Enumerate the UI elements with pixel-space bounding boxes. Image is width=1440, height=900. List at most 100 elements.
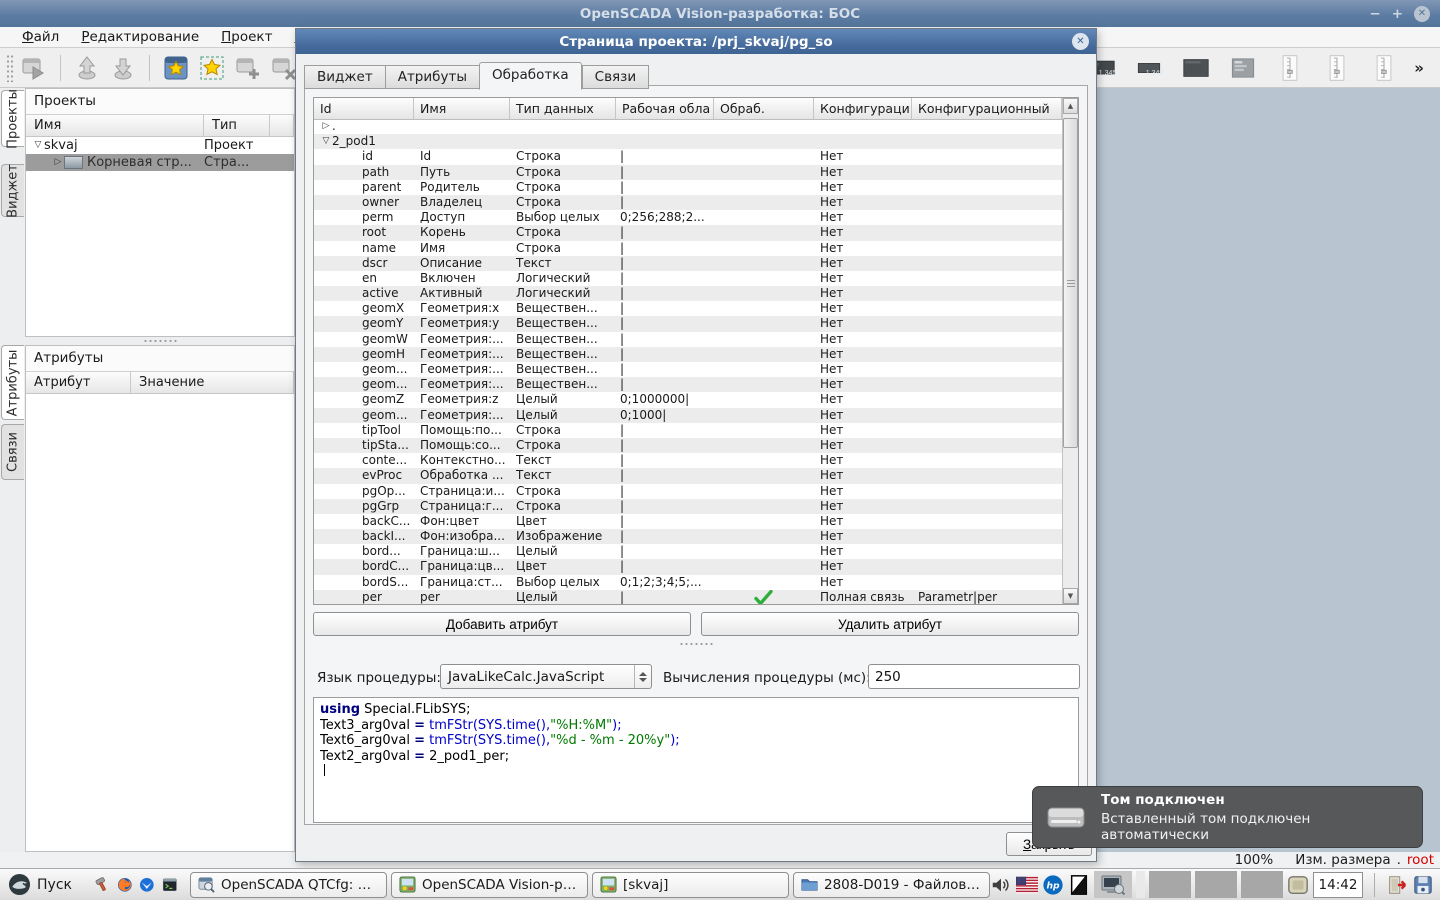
scrollbar-thumb[interactable] bbox=[1063, 118, 1078, 448]
table-row-geomX[interactable]: geomXГеометрия:xВеществен...|Нет bbox=[314, 301, 1062, 316]
dialog-splitter[interactable] bbox=[305, 642, 1087, 646]
table-row-evProc[interactable]: evProcОбработка ...Текст|Нет bbox=[314, 468, 1062, 483]
table-header-Имя[interactable]: Имя bbox=[414, 98, 510, 119]
widget-slider-1-button[interactable] bbox=[1273, 53, 1307, 83]
table-row-backI...[interactable]: backI...Фон:изобра...Изображение|Нет bbox=[314, 529, 1062, 544]
dock-splitter[interactable] bbox=[25, 337, 295, 345]
table-row-pgGrp[interactable]: pgGrpСтраница:г...Строка|Нет bbox=[314, 499, 1062, 514]
thunderbird-launcher[interactable] bbox=[139, 877, 155, 893]
table-row-geomY[interactable]: geomYГеометрия:yВеществен...|Нет bbox=[314, 316, 1062, 331]
logout-icon[interactable] bbox=[1386, 874, 1408, 896]
table-row-active[interactable]: activeАктивныйЛогический|Нет bbox=[314, 286, 1062, 301]
add-attribute-button[interactable]: Добавить атрибут bbox=[313, 612, 691, 636]
procedure-calc-input[interactable] bbox=[868, 664, 1080, 689]
notification-popup[interactable]: Том подключен Вставленный том подключен … bbox=[1032, 786, 1423, 848]
table-row-geomZ[interactable]: geomZГеометрия:zЦелый0;1000000|Нет bbox=[314, 392, 1062, 407]
table-row-geom...[interactable]: geom...Геометрия:...Веществен...|Нет bbox=[314, 377, 1062, 392]
toolbar-overflow-icon[interactable]: » bbox=[1414, 59, 1424, 77]
menu-Файл[interactable]: Файл bbox=[12, 27, 69, 47]
widget-library-button[interactable] bbox=[198, 54, 226, 82]
save-button[interactable] bbox=[109, 54, 137, 82]
dock-tab-Связи[interactable]: Связи bbox=[1, 424, 24, 480]
add-widget-button[interactable] bbox=[234, 54, 262, 82]
table-row-geom...[interactable]: geom...Геометрия:...Целый0;1000|Нет bbox=[314, 408, 1062, 423]
volume-icon[interactable] bbox=[990, 874, 1012, 896]
menu-Редактирование[interactable]: Редактирование bbox=[71, 27, 209, 47]
expander-open-icon[interactable]: ▽ bbox=[320, 134, 332, 149]
desktop-pager-icon[interactable] bbox=[1287, 874, 1309, 896]
table-header-Обраб.[interactable]: Обраб. bbox=[714, 98, 814, 119]
tab-Обработка[interactable]: Обработка bbox=[479, 62, 582, 90]
projects-column-Имя[interactable]: Имя bbox=[26, 115, 204, 136]
tab-Связи[interactable]: Связи bbox=[582, 65, 649, 89]
widget-panel-button[interactable] bbox=[1179, 53, 1213, 83]
taskbar-window-[skvaj][interactable]: [skvaj] bbox=[592, 872, 789, 898]
table-row-parent[interactable]: parentРодительСтрока|Нет bbox=[314, 180, 1062, 195]
table-row-name[interactable]: nameИмяСтрока|Нет bbox=[314, 241, 1062, 256]
menu-Проект[interactable]: Проект bbox=[211, 27, 282, 47]
new-widget-button[interactable] bbox=[162, 54, 190, 82]
taskbar-window-2808-D019 - Файловый ...[interactable]: 2808-D019 - Файловый ... bbox=[793, 872, 990, 898]
minimize-button[interactable]: − bbox=[1369, 6, 1380, 22]
scroll-down-icon[interactable]: ▼ bbox=[1063, 588, 1078, 604]
table-row-tipSta...[interactable]: tipSta...Помощь:со...Строка|Нет bbox=[314, 438, 1062, 453]
project-tree-row-Корневая стр...[interactable]: ▷Корневая стр...Стра... bbox=[26, 154, 294, 171]
screen-tray-icon[interactable] bbox=[1101, 875, 1125, 895]
table-row-bordC...[interactable]: bordC...Граница:цв...Цвет|Нет bbox=[314, 559, 1062, 574]
table-row-path[interactable]: pathПутьСтрока|Нет bbox=[314, 165, 1062, 180]
firefox-launcher[interactable] bbox=[117, 877, 133, 893]
disk-mount-icon[interactable] bbox=[1412, 874, 1434, 896]
attributes-column-Атрибут[interactable]: Атрибут bbox=[26, 372, 131, 393]
terminal-launcher[interactable] bbox=[162, 877, 178, 893]
table-row-id[interactable]: idIdСтрока|Нет bbox=[314, 149, 1062, 164]
procedure-language-select[interactable]: JavaLikeCalc.JavaScript bbox=[440, 664, 652, 689]
dock-tab-Атрибуты[interactable]: Атрибуты bbox=[1, 345, 24, 420]
expander-closed-icon[interactable]: ▷ bbox=[52, 154, 64, 171]
taskbar-window-OpenSCADA Vision-раз...[interactable]: OpenSCADA Vision-раз... bbox=[391, 872, 588, 898]
close-button[interactable]: ✕ bbox=[1414, 6, 1430, 22]
table-row-en[interactable]: enВключенЛогический|Нет bbox=[314, 271, 1062, 286]
tab-Атрибуты[interactable]: Атрибуты bbox=[385, 65, 479, 89]
table-row-2_pod1[interactable]: ▽2_pod1 bbox=[314, 134, 1062, 149]
table-row-tipTool[interactable]: tipToolПомощь:по...Строка|Нет bbox=[314, 423, 1062, 438]
table-row-bord...[interactable]: bord...Граница:ш...Целый|Нет bbox=[314, 544, 1062, 559]
maximize-button[interactable]: + bbox=[1392, 6, 1403, 22]
table-row-geom...[interactable]: geom...Геометрия:...Веществен...|Нет bbox=[314, 362, 1062, 377]
widget-slider-3-button[interactable] bbox=[1367, 53, 1401, 83]
hp-tray-icon[interactable]: hp bbox=[1042, 874, 1064, 896]
table-row-.[interactable]: ▷. bbox=[314, 119, 1062, 134]
delete-widget-button[interactable] bbox=[270, 54, 298, 82]
table-row-geomW[interactable]: geomWГеометрия:...Веществен...|Нет bbox=[314, 332, 1062, 347]
table-row-bordS...[interactable]: bordS...Граница:ст...Выбор целых0;1;2;3;… bbox=[314, 575, 1062, 590]
dock-tab-Виджет[interactable]: Виджет bbox=[1, 164, 24, 217]
attributes-column-Значение[interactable]: Значение bbox=[131, 372, 294, 393]
clock[interactable]: 14:42 bbox=[1313, 872, 1363, 898]
table-row-geomH[interactable]: geomHГеометрия:...Веществен...|Нет bbox=[314, 347, 1062, 362]
keyboard-layout-icon[interactable] bbox=[1016, 874, 1038, 896]
table-scrollbar[interactable]: ▲ ▼ bbox=[1062, 98, 1078, 604]
start-button[interactable]: Пуск bbox=[6, 871, 80, 899]
procedure-code-editor[interactable]: using Special.FLibSYS;Text3_arg0val = tm… bbox=[313, 697, 1079, 823]
table-row-pgOp...[interactable]: pgOp...Страница:и...Строка|Нет bbox=[314, 484, 1062, 499]
table-row-dscr[interactable]: dscrОписаниеТекст|Нет bbox=[314, 256, 1062, 271]
toolbar-grip-handle[interactable] bbox=[6, 54, 14, 82]
run-project-button[interactable] bbox=[20, 54, 48, 82]
dialog-close-icon[interactable]: ✕ bbox=[1072, 33, 1089, 50]
table-row-owner[interactable]: ownerВладелецСтрока|Нет bbox=[314, 195, 1062, 210]
table-row-per[interactable]: perperЦелый|Полная связьParametr|per bbox=[314, 590, 1062, 604]
scroll-up-icon[interactable]: ▲ bbox=[1063, 98, 1078, 114]
projects-column-Тип[interactable]: Тип bbox=[204, 115, 270, 136]
tab-Виджет[interactable]: Виджет bbox=[304, 65, 385, 89]
expander-closed-icon[interactable]: ▷ bbox=[320, 119, 332, 134]
table-row-perm[interactable]: permДоступВыбор целых0;256;288;2...Нет bbox=[314, 210, 1062, 225]
table-header-Конфигурационный[interactable]: Конфигурационный bbox=[912, 98, 1062, 119]
widget-form-button[interactable] bbox=[1226, 53, 1260, 83]
system-tool-launcher[interactable] bbox=[94, 877, 110, 893]
widget-lcd-small-button[interactable]: 1.349 bbox=[1132, 53, 1166, 83]
remove-attribute-button[interactable]: Удалить атрибут bbox=[701, 612, 1079, 636]
table-row-root[interactable]: rootКореньСтрока|Нет bbox=[314, 225, 1062, 240]
load-button[interactable] bbox=[73, 54, 101, 82]
taskbar-window-OpenSCADA QTCfg: БОС[interactable]: OpenSCADA QTCfg: БОС bbox=[190, 872, 387, 898]
table-row-conte...[interactable]: conte...Контекстно...Текст|Нет bbox=[314, 453, 1062, 468]
project-tree-row-skvaj[interactable]: ▽skvajПроект bbox=[26, 137, 294, 154]
